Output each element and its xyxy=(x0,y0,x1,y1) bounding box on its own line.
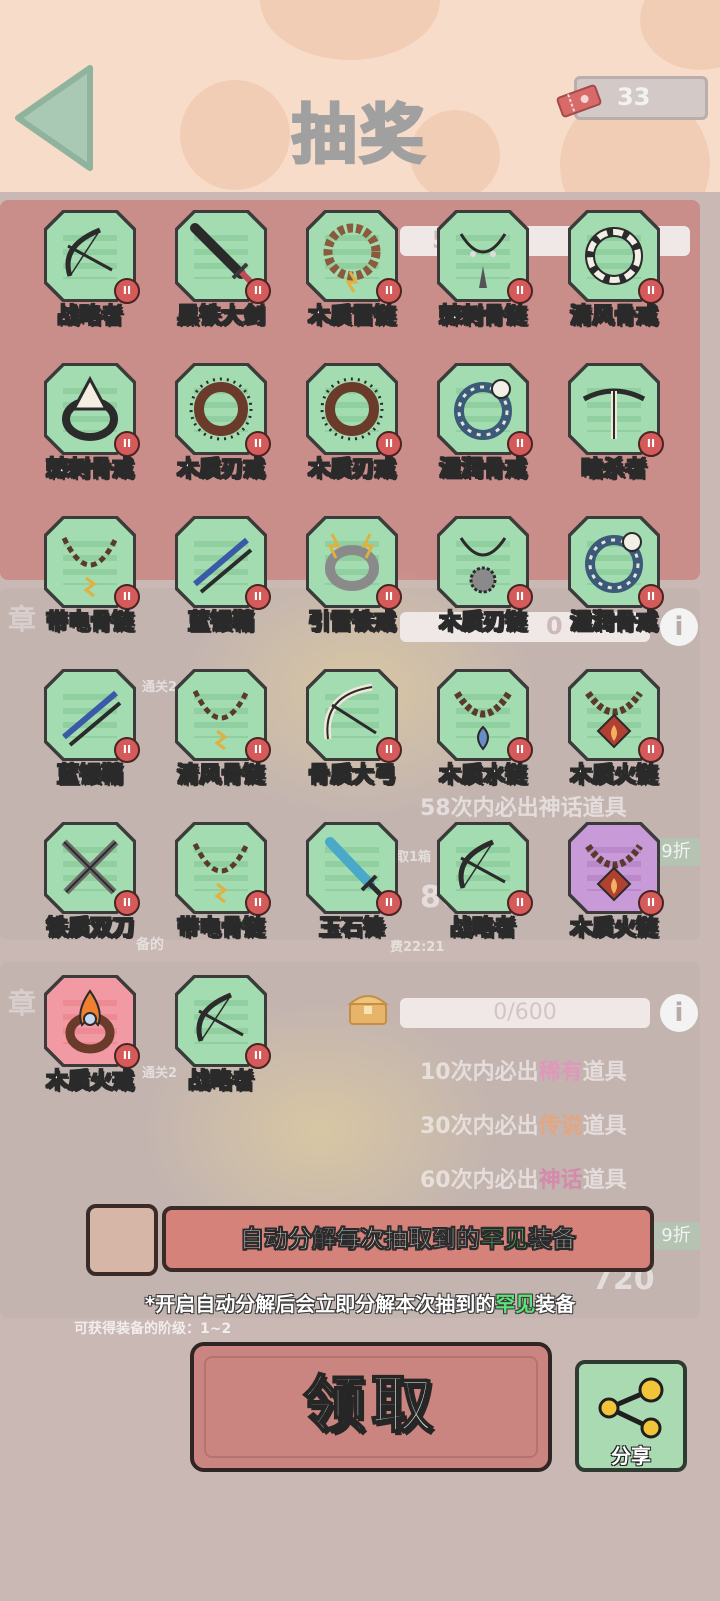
pity-line-1: 10次内必出稀有道具 xyxy=(420,1060,627,1085)
progress-bar: 0/600 xyxy=(400,998,650,1028)
claim-button[interactable]: 领取 xyxy=(190,1342,552,1472)
reward-item[interactable]: II 木质雷链 xyxy=(300,210,412,338)
share-icon xyxy=(598,1377,664,1439)
reward-item[interactable]: II 玉石锋 xyxy=(300,822,412,950)
reward-item[interactable]: II 引雷铁戒 xyxy=(300,516,412,644)
reward-item[interactable]: II 木质火戒 xyxy=(38,975,150,1103)
reward-item[interactable]: II 清风骨戒 xyxy=(562,210,674,338)
reward-item[interactable]: II 铁质双刀 xyxy=(38,822,150,950)
pity-line-3: 60次内必出神话道具 xyxy=(420,1168,627,1193)
reward-item[interactable]: II 木质刃链 xyxy=(431,516,543,644)
item-name: 蓝银鞘 xyxy=(187,610,254,636)
reward-item[interactable]: II 带电骨链 xyxy=(38,516,150,644)
item-name: 木质刃链 xyxy=(438,610,527,636)
item-name: 带电骨链 xyxy=(45,610,134,636)
auto-decompose-note: *开启自动分解后会立即分解本次抽到的罕见装备 xyxy=(144,1292,576,1316)
item-name: 湿润骨戒 xyxy=(438,457,527,483)
item-name: 木质刃戒 xyxy=(176,457,265,483)
item-name: 棘刺骨戒 xyxy=(45,457,134,483)
item-name: 带电骨链 xyxy=(176,916,265,942)
ticket-counter: 33 xyxy=(556,76,708,120)
reward-item[interactable]: II 湿润骨戒 xyxy=(431,363,543,491)
header: 抽奖 33 xyxy=(0,0,720,192)
reward-item[interactable]: II 棘刺骨链 xyxy=(431,210,543,338)
reward-item[interactable]: II 骨质大弓 xyxy=(300,669,412,797)
claim-label: 领取 xyxy=(302,1367,439,1442)
item-name: 骨质大弓 xyxy=(307,763,396,789)
reward-item[interactable]: II 木质刃戒 xyxy=(300,363,412,491)
reward-item[interactable]: II 木质水链 xyxy=(431,669,543,797)
reward-item[interactable]: II 暗杀者 xyxy=(562,363,674,491)
item-name: 清风骨链 xyxy=(176,763,265,789)
item-name: 木质火戒 xyxy=(45,1069,134,1095)
reward-item[interactable]: II 战略者 xyxy=(38,210,150,338)
stage-note: 可获得装备的阶级：1~2 xyxy=(74,1321,232,1337)
item-name: 蓝银鞘 xyxy=(56,763,123,789)
item-name: 黑铁大剑 xyxy=(176,304,265,330)
reward-item[interactable]: II 蓝银鞘 xyxy=(38,669,150,797)
auto-decompose-checkbox[interactable] xyxy=(86,1204,158,1276)
share-label: 分享 xyxy=(611,1444,651,1468)
item-name: 湿润骨戒 xyxy=(569,610,658,636)
reward-item[interactable]: II 带电骨链 xyxy=(169,822,281,950)
discount-badge-2: 9折 xyxy=(652,1222,700,1250)
item-name: 木质刃戒 xyxy=(307,457,396,483)
reward-item[interactable]: II 战略者 xyxy=(431,822,543,950)
reward-item[interactable]: II 战略者 xyxy=(169,975,281,1103)
item-name: 木质雷链 xyxy=(307,304,396,330)
pity-line-2: 30次内必出传说道具 xyxy=(420,1114,627,1139)
reward-item[interactable]: II 木质火链 xyxy=(562,822,674,950)
reward-item[interactable]: II 湿润骨戒 xyxy=(562,516,674,644)
bg-chapter-label-2: 章 xyxy=(8,987,37,1020)
item-name: 棘刺骨链 xyxy=(438,304,527,330)
item-name: 暗杀者 xyxy=(580,457,647,483)
item-name: 木质火链 xyxy=(569,916,658,942)
reward-item[interactable]: II 木质火链 xyxy=(562,669,674,797)
item-name: 玉石锋 xyxy=(318,916,385,942)
reward-item[interactable]: II 黑铁大剑 xyxy=(169,210,281,338)
reward-item[interactable]: II 棘刺骨戒 xyxy=(38,363,150,491)
item-name: 战略者 xyxy=(449,916,516,942)
item-name: 战略者 xyxy=(187,1069,254,1095)
ticket-count: 33 xyxy=(617,83,651,111)
reward-item[interactable]: II 蓝银鞘 xyxy=(169,516,281,644)
chest-icon xyxy=(347,995,389,1025)
reward-item[interactable]: II 木质刃戒 xyxy=(169,363,281,491)
reward-item[interactable]: II 清风骨链 xyxy=(169,669,281,797)
item-name: 清风骨戒 xyxy=(569,304,658,330)
info-icon[interactable]: i xyxy=(660,994,698,1032)
item-name: 木质火链 xyxy=(569,763,658,789)
item-name: 引雷铁戒 xyxy=(307,610,396,636)
auto-decompose-label[interactable]: 自动分解每次抽取到的罕见装备 xyxy=(162,1206,654,1272)
item-name: 木质水链 xyxy=(438,763,527,789)
share-button[interactable]: 分享 xyxy=(575,1360,687,1472)
item-name: 战略者 xyxy=(56,304,123,330)
item-name: 铁质双刀 xyxy=(45,916,134,942)
ticket-icon xyxy=(556,84,602,118)
